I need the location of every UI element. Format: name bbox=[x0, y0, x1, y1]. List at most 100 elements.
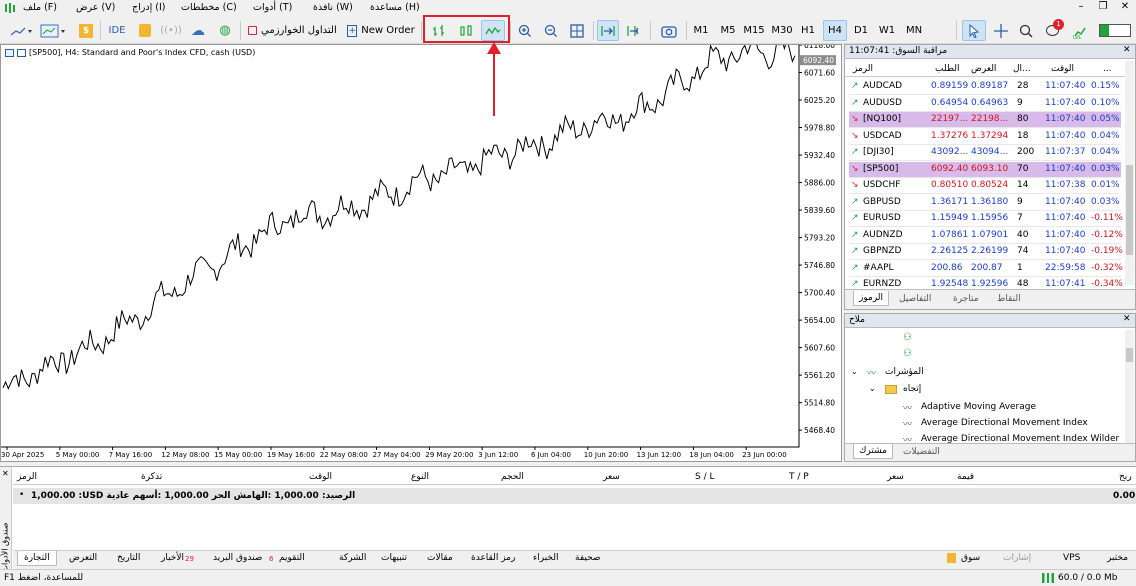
market-watch-row[interactable]: ↘ [SP500] 6092.40 6093.10 70 11:07:40 0.03% bbox=[849, 161, 1121, 178]
trend-folder[interactable]: إتجاه bbox=[903, 384, 921, 394]
col-value[interactable]: قيمة bbox=[957, 472, 974, 482]
col-symbol[interactable]: الرمز bbox=[853, 64, 873, 74]
menu-file[interactable]: ملف (F) bbox=[23, 2, 57, 13]
restore-button[interactable]: ❐ bbox=[1094, 1, 1112, 15]
bar-chart-button[interactable] bbox=[428, 20, 450, 41]
screenshot-button[interactable] bbox=[657, 20, 681, 41]
market-watch-row[interactable]: ↗ [DJI30] 43092... 43094... 200 11:07:37 0.04% bbox=[849, 145, 1121, 161]
line-chart-button[interactable] bbox=[481, 20, 505, 41]
chart-shift-button[interactable] bbox=[623, 20, 645, 41]
market-watch-row[interactable]: ↗ AUDNZD 1.07861 1.07901 40 11:07:40 -0.12% bbox=[849, 228, 1123, 244]
algo-trading-button[interactable]: التداول الخوارزمي bbox=[245, 20, 338, 41]
autoscroll-button[interactable] bbox=[597, 20, 619, 41]
market-watch-row[interactable]: ↘ USDCAD 1.37276 1.37294 18 11:07:40 0.04% bbox=[849, 129, 1121, 145]
col-volume[interactable]: الحجم bbox=[501, 472, 524, 482]
col-profit[interactable]: ربح bbox=[1119, 472, 1132, 482]
close-icon[interactable]: ✕ bbox=[1123, 314, 1131, 324]
tab-journal[interactable]: صحيفة bbox=[575, 553, 601, 563]
menu-insert[interactable]: إدراج (I) bbox=[132, 2, 165, 13]
market-watch-row[interactable]: ↗ AUDCAD 0.89159 0.89187 28 11:07:40 0.15% bbox=[849, 79, 1121, 95]
cursor-button[interactable] bbox=[962, 20, 986, 41]
timeframe-w1[interactable]: W1 bbox=[876, 20, 898, 41]
col-tp[interactable]: T / P bbox=[789, 472, 809, 482]
community-button[interactable]: ◍ bbox=[214, 20, 236, 41]
new-order-button[interactable]: + New Order bbox=[345, 20, 417, 41]
menu-window[interactable]: نافذة (W) bbox=[313, 2, 353, 13]
crosshair-button[interactable] bbox=[990, 20, 1012, 41]
tree-collapse-icon[interactable]: ⌄ bbox=[869, 384, 876, 393]
menu-help[interactable]: مساعدة (H) bbox=[370, 2, 420, 13]
market-watch-row[interactable]: ↗ EURUSD 1.15949 1.15956 7 11:07:40 -0.11% bbox=[849, 211, 1123, 227]
market-watch-row[interactable]: ↗ #AAPL 200.86 200.87 1 22:59:58 -0.32% bbox=[849, 261, 1123, 277]
dollar-button[interactable]: $ bbox=[76, 20, 96, 41]
tab-common[interactable]: مشترك bbox=[853, 444, 893, 459]
market-button[interactable] bbox=[134, 20, 156, 41]
price-chart[interactable]: 6118.00 6071.60 6025.20 5978.80 5932.40 5886.… bbox=[1, 45, 841, 461]
timeframe-m5[interactable]: M5 bbox=[716, 20, 740, 41]
col-price[interactable]: سعر bbox=[603, 472, 620, 482]
col-symbol[interactable]: الرمز bbox=[17, 472, 37, 482]
tab-articles[interactable]: مقالات bbox=[427, 553, 453, 563]
tab-trading[interactable]: متاجرة bbox=[953, 294, 979, 304]
close-button[interactable]: ✕ bbox=[1116, 1, 1134, 15]
close-icon[interactable]: ✕ bbox=[1123, 45, 1131, 55]
tab-mailbox[interactable]: صندوق البريد bbox=[213, 553, 262, 563]
col-spread[interactable]: ال... bbox=[1013, 64, 1031, 74]
chart-window[interactable]: [SP500], H4: Standard and Poor's Index C… bbox=[0, 44, 842, 462]
account-icon[interactable]: ⚇ bbox=[903, 332, 912, 343]
tab-company[interactable]: الشركة bbox=[339, 553, 366, 563]
menu-tools[interactable]: أدوات (T) bbox=[253, 2, 292, 13]
tab-ticks[interactable]: النقاط bbox=[997, 294, 1021, 304]
tab-tester[interactable]: مختبر bbox=[1107, 553, 1128, 563]
col-time[interactable]: الوقت bbox=[1051, 64, 1074, 74]
tab-experts[interactable]: الخبراء bbox=[533, 553, 558, 563]
tab-calendar[interactable]: التقويم bbox=[279, 553, 305, 563]
vps-button[interactable]: ☁ bbox=[186, 20, 210, 41]
timeframe-h4[interactable]: H4 bbox=[823, 20, 847, 41]
tree-collapse-icon[interactable]: ⌄ bbox=[851, 367, 858, 376]
tab-trade[interactable]: التجارة bbox=[17, 551, 57, 566]
market-watch-row[interactable]: ↗ AUDUSD 0.64954 0.64963 9 11:07:40 0.10% bbox=[849, 96, 1121, 112]
col-bid[interactable]: الطلب bbox=[935, 64, 959, 74]
col-time[interactable]: الوقت bbox=[309, 472, 332, 482]
tab-symbols[interactable]: الرموز bbox=[853, 291, 890, 306]
menu-charts[interactable]: مخططات (C) bbox=[181, 2, 237, 13]
tab-vps[interactable]: VPS bbox=[1063, 553, 1080, 563]
tab-history[interactable]: التاريخ bbox=[117, 553, 140, 563]
market-watch-row[interactable]: ↘ [NQ100] 22197... 22198... 80 11:07:40 0.05% bbox=[849, 112, 1121, 128]
timeframe-h1[interactable]: H1 bbox=[797, 20, 819, 41]
navigator-scrollbar[interactable] bbox=[1125, 330, 1134, 444]
scroll-thumb[interactable] bbox=[1126, 348, 1133, 362]
market-watch-row[interactable]: ↗ GBPUSD 1.36171 1.36180 9 11:07:40 0.03% bbox=[849, 195, 1121, 211]
level-button[interactable]: LVL bbox=[1068, 20, 1094, 41]
col-type[interactable]: النوع bbox=[411, 472, 429, 482]
tab-news[interactable]: الأخبار bbox=[161, 553, 184, 563]
chart-template-button[interactable] bbox=[38, 20, 70, 41]
battery-button[interactable] bbox=[1096, 20, 1134, 41]
market-watch-scrollbar[interactable] bbox=[1125, 61, 1134, 285]
indicators-node[interactable]: المؤشرات bbox=[885, 367, 924, 377]
menu-view[interactable]: عرض (V) bbox=[76, 2, 115, 13]
nav-item-ama[interactable]: Adaptive Moving Average bbox=[921, 402, 1036, 412]
search-button[interactable] bbox=[1015, 20, 1037, 41]
ide-button[interactable]: IDE bbox=[105, 20, 129, 41]
scroll-thumb[interactable] bbox=[1126, 165, 1133, 255]
tab-favorites[interactable]: التفضيلات bbox=[903, 447, 940, 457]
tab-signals[interactable]: إشارات bbox=[1003, 553, 1031, 563]
tab-market[interactable]: سوق bbox=[961, 553, 980, 563]
zoom-out-button[interactable] bbox=[540, 20, 562, 41]
col-sl[interactable]: S / L bbox=[695, 472, 714, 482]
indicator-chart-button[interactable] bbox=[6, 20, 36, 41]
close-icon[interactable]: ✕ bbox=[2, 469, 9, 478]
signals-button[interactable]: ((•)) bbox=[160, 20, 182, 41]
tab-alerts[interactable]: تنبيهات bbox=[381, 553, 407, 563]
account-icon[interactable]: ⚇ bbox=[903, 348, 912, 359]
zoom-in-button[interactable] bbox=[514, 20, 536, 41]
candlestick-button[interactable] bbox=[455, 20, 477, 41]
col-ask[interactable]: العرض bbox=[971, 64, 996, 74]
col-change[interactable]: ... bbox=[1103, 64, 1112, 74]
col-price-current[interactable]: سعر bbox=[887, 472, 904, 482]
tab-code-base[interactable]: رمز القاعدة bbox=[471, 553, 515, 563]
notifications-button[interactable]: 1 bbox=[1040, 19, 1064, 41]
timeframe-m1[interactable]: M1 bbox=[690, 20, 712, 41]
